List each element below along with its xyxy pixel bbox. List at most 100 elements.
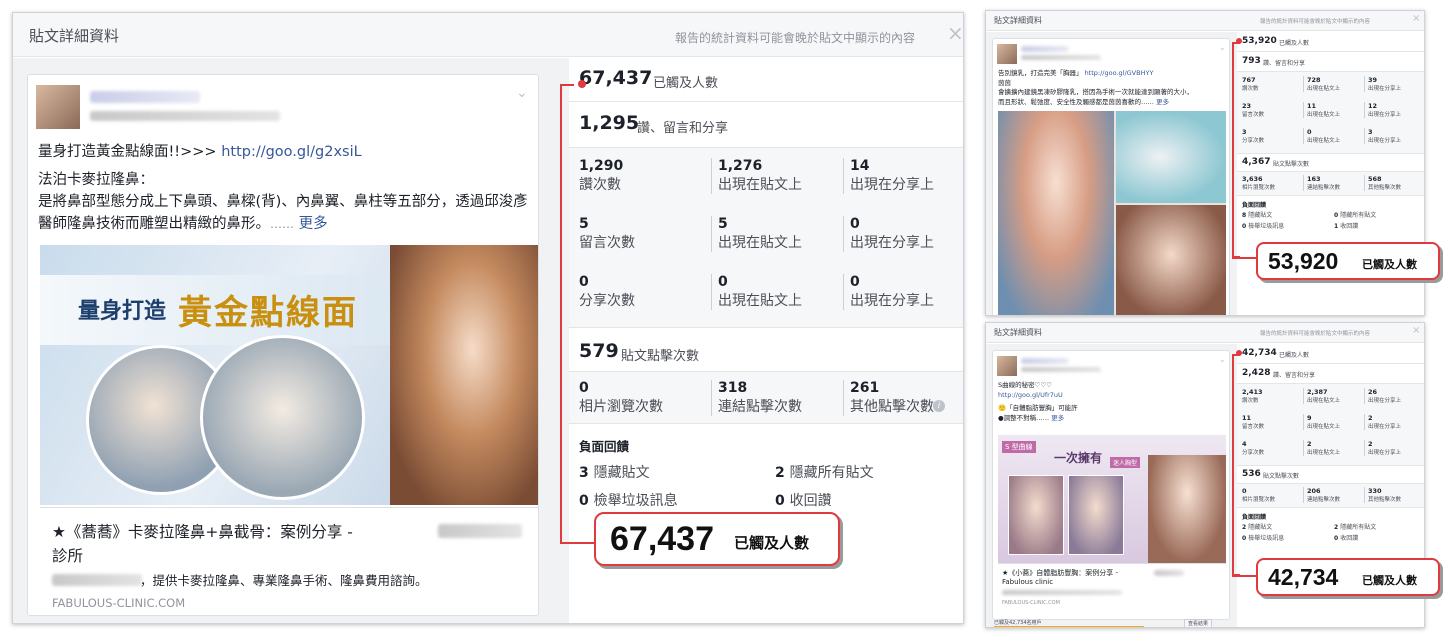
clinic-name-blurred — [438, 524, 522, 538]
stat-label: 出現在分享上 — [1368, 424, 1402, 430]
clinic-name-blurred — [1154, 570, 1184, 576]
banner-text-3: 迷人胸型 — [1110, 457, 1141, 468]
reach-value: 53,920 — [1242, 36, 1277, 46]
view-results-button[interactable]: 查看結果 — [1184, 619, 1213, 627]
stat-label: 連結點擊次數 — [1307, 497, 1341, 503]
stat-number: 0 — [718, 274, 728, 290]
post-link[interactable]: http://goo.gl/g2xsiL — [221, 144, 362, 160]
stat-number: 163 — [1307, 175, 1321, 183]
stat-number: 5 — [718, 216, 728, 232]
stat-label: 分享次數 — [1242, 450, 1265, 456]
stat-cell: 2 出現在分享上 — [1364, 440, 1401, 456]
engagement-breakdown: 1,290 讚次數 1,276 出現在貼文上 14 出現在分享上 5 留言次數 5 出現在貼文上 0… — [569, 148, 963, 328]
post-text: 告別鏡乳，打造完美「胸器」 http://goo.gl/GVBHYY 茵茵 會擴… — [998, 69, 1226, 107]
engagement-row: 1,295 讚、留言和分享 — [569, 102, 963, 148]
close-icon[interactable]: × — [1412, 13, 1420, 24]
stat-label: 讚次數 — [1242, 86, 1259, 92]
panel-header: 貼文詳細資料 報告的統計資料可能會晚於貼文中顯示的內容 × — [986, 11, 1424, 31]
engagement-value: 793 — [1242, 56, 1261, 66]
stat-number: 0 — [1242, 487, 1247, 495]
stat-cell: 2,413 讚次數 — [1242, 388, 1263, 404]
stat-number: 0 — [1307, 128, 1312, 136]
stat-cell: 767 讚次數 — [1242, 76, 1259, 92]
close-icon[interactable]: × — [1412, 325, 1420, 336]
stat-number: 14 — [850, 158, 870, 174]
stat-cell: 39 出現在分享上 — [1364, 76, 1401, 92]
post-card: ⌄ 量身打造黃金點線面!!>>> http://goo.gl/g2xsiL 法泊… — [27, 74, 539, 616]
callout-value: 42,734 — [1268, 564, 1339, 590]
stat-cell: 261 其他點擊次數 — [843, 380, 934, 416]
stat-cell: 0 出現在分享上 — [843, 274, 934, 310]
stat-cell: 0 出現在貼文上 — [711, 274, 802, 310]
link-description: ，提供卡麥拉隆鼻、專業隆鼻手術、隆鼻費用諮詢。 — [140, 573, 428, 588]
clicks-breakdown: 3,636 相片瀏覽次數 163 連結點擊次數 568 其他點擊次數 — [1237, 172, 1424, 196]
panel-title: 貼文詳細資料 — [994, 328, 1042, 337]
post-link[interactable]: http://goo.gl/Ufr7uU — [998, 391, 1226, 401]
see-more-link[interactable]: 更多 — [1156, 98, 1169, 106]
engagement-row: 793 讚、留言和分享 — [1237, 52, 1424, 72]
callout-dot — [1236, 350, 1242, 356]
stat-cell: 2 出現在貼文上 — [1303, 440, 1340, 456]
link-preview[interactable]: ★《蕎蕎》卡麥拉隆鼻+鼻截骨：案例分享 - 診所 ，提供卡麥拉隆鼻、專業隆鼻手術… — [40, 507, 538, 615]
stat-label: 連結點擊次數 — [1307, 185, 1341, 191]
stats-delay-note: 報告的統計資料可能會晚於貼文中顯示的內容 — [1260, 331, 1371, 337]
stat-number: 4 — [1242, 440, 1247, 448]
post-image[interactable]: S 型曲線 一次擁有 迷人胸型 — [998, 435, 1226, 563]
stat-cell: 1,276 出現在貼文上 — [711, 158, 802, 194]
link-preview[interactable]: ★《小蕎》自體脂肪豐胸：案例分享 - Fabulous clinic FABUL… — [998, 563, 1226, 619]
stat-number: 2 — [1368, 440, 1373, 448]
post-line-1: S曲線的秘密♡♡♡ — [998, 381, 1053, 389]
reach-row: 67,437 已觸及人數 — [569, 58, 963, 102]
negative-feedback-label: 隱藏所有貼文 — [1340, 212, 1377, 219]
engagement-value: 2,428 — [1242, 368, 1271, 378]
reach-value: 67,437 — [579, 67, 653, 89]
post-line-3: 會擴擴內建鏡黑凍矽膠隆乳，搭因為手術一次就能達到顯著的大小， — [998, 88, 1193, 96]
stat-cell: 2 出現在分享上 — [1364, 414, 1401, 430]
stat-label: 留言次數 — [1242, 424, 1265, 430]
photo-3 — [1148, 455, 1226, 563]
post-preview-column: ⌄ 告別鏡乳，打造完美「胸器」 http://goo.gl/GVBHYY 茵茵 … — [986, 32, 1237, 315]
stat-cell: 206 連結點擊次數 — [1303, 487, 1340, 503]
see-more-link[interactable]: 更多 — [1051, 414, 1064, 422]
callout-connector — [1232, 257, 1258, 259]
stat-label: 出現在分享上 — [1368, 450, 1402, 456]
clicks-value: 4,367 — [1242, 157, 1271, 167]
negative-feedback-label: 檢舉垃圾訊息 — [593, 493, 678, 509]
post-card: ⌄ S曲線的秘密♡♡♡ http://goo.gl/Ufr7uU 🙂「自體脂肪豐… — [992, 350, 1230, 620]
photo-bottom-right — [1116, 205, 1226, 315]
negative-feedback-count: 0 — [775, 493, 790, 509]
close-icon[interactable]: × — [947, 21, 963, 45]
post-photo-collage[interactable] — [998, 111, 1226, 315]
stat-label: 出現在分享上 — [850, 235, 934, 251]
chevron-down-icon[interactable]: ⌄ — [1219, 43, 1226, 52]
chevron-down-icon[interactable]: ⌄ — [516, 85, 528, 101]
reach-label: 已觸及人數 — [653, 76, 719, 91]
clicks-value: 536 — [1242, 469, 1261, 479]
avatar — [997, 44, 1017, 64]
info-icon[interactable]: i — [933, 400, 945, 412]
stat-cell: 0 出現在貼文上 — [1303, 128, 1340, 144]
page-name-blurred — [1021, 358, 1069, 364]
stat-number: 1,276 — [718, 158, 763, 174]
panel-title: 貼文詳細資料 — [29, 27, 120, 45]
post-link[interactable]: http://goo.gl/GVBHYY — [1085, 69, 1154, 77]
chevron-down-icon[interactable]: ⌄ — [1219, 355, 1226, 364]
stat-cell: 163 連結點擊次數 — [1303, 175, 1340, 191]
negative-feedback-item: 0 檢舉垃圾訊息 — [1242, 533, 1284, 542]
engagement-breakdown: 767 讚次數 728 出現在貼文上 39 出現在分享上 23 留言次數 11 出現在貼文上 12 出… — [1237, 72, 1424, 154]
stat-label: 連結點擊次數 — [718, 399, 802, 415]
post-image[interactable]: 量身打造 黃金點線面 — [40, 245, 538, 505]
callout-bracket — [1232, 354, 1240, 576]
banner-text-right: 黃金點線面 — [178, 293, 358, 333]
post-headline: 量身打造黃金點線面!!>>> — [38, 144, 222, 160]
link-title: ★《小蕎》自體脂肪豐胸：案例分享 - — [1002, 569, 1119, 577]
stat-number: 11 — [1307, 102, 1317, 110]
stat-cell: 5 留言次數 — [579, 216, 635, 252]
see-more-link[interactable]: 更多 — [299, 216, 328, 232]
post-preview-column: ⌄ S曲線的秘密♡♡♡ http://goo.gl/Ufr7uU 🙂「自體脂肪豐… — [986, 344, 1237, 627]
panel-header: 貼文詳細資料 報告的統計資料可能會晚於貼文中顯示的內容 × — [13, 13, 963, 57]
reach-label: 已觸及人數 — [1279, 352, 1310, 359]
negative-feedback-label: 隱藏貼文 — [1248, 524, 1273, 531]
stat-cell: 26 出現在分享上 — [1364, 388, 1401, 404]
link-title: ★《蕎蕎》卡麥拉隆鼻+鼻截骨：案例分享 - — [52, 523, 353, 541]
